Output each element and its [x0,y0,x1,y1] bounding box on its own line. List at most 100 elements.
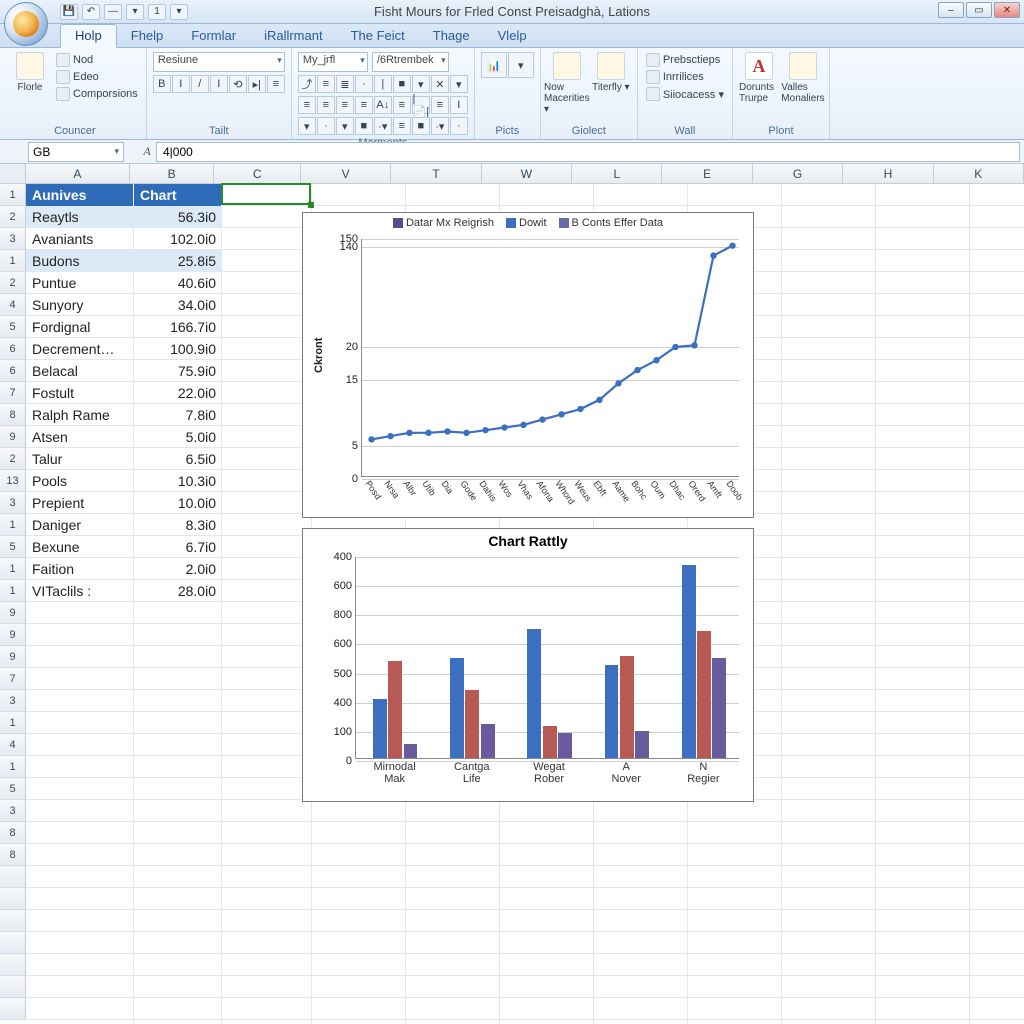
ribbon-btn[interactable]: ≡ [298,96,316,114]
col-header-E[interactable]: E [662,164,752,184]
ribbon-combo[interactable]: My_jrfl [298,52,368,72]
col-header-V[interactable]: V [301,164,391,184]
tab-irallrmant[interactable]: iRallrmant [250,25,337,47]
row-header[interactable]: 2 [0,448,26,470]
col-header-W[interactable]: W [482,164,572,184]
ribbon-format-button[interactable]: ▸| [248,75,266,93]
data-cell[interactable]: 166.7i0 [134,316,222,338]
row-header[interactable] [0,976,26,998]
row-header[interactable]: 5 [0,536,26,558]
ribbon-val-button[interactable]: Valles Monaliers [783,52,823,123]
ribbon-paste-button[interactable]: Florle [10,52,50,123]
row-header[interactable] [0,932,26,954]
row-header[interactable]: 4 [0,734,26,756]
name-box[interactable]: GB [28,142,124,162]
ribbon-btn[interactable]: ▾ [298,117,316,135]
tab-vlelp[interactable]: Vlelp [484,25,541,47]
col-header-A[interactable]: A [26,164,130,184]
row-header[interactable]: 1 [0,712,26,734]
ribbon-comp-button[interactable]: Comporsions [54,86,140,102]
data-cell[interactable]: Sunyory [26,294,134,316]
data-cell[interactable]: 5.0i0 [134,426,222,448]
ribbon-btn[interactable]: ≡ [431,96,449,114]
ribbon-btn[interactable]: ▾ [450,75,468,93]
spreadsheet-grid[interactable]: ABCVTWLEGHK 1231245667892133151199973141… [0,164,1024,1024]
data-cell[interactable]: 100.9i0 [134,338,222,360]
row-header[interactable]: 9 [0,426,26,448]
ribbon-inr-button[interactable]: Inrrilices [644,69,726,85]
col-header-T[interactable]: T [391,164,481,184]
data-cell[interactable]: Ralph Rame [26,404,134,426]
data-cell[interactable]: 2.0i0 [134,558,222,580]
data-cell[interactable]: Reaytls [26,206,134,228]
col-header-L[interactable]: L [572,164,662,184]
row-header[interactable] [0,954,26,976]
data-cell[interactable]: Pools [26,470,134,492]
data-cell[interactable]: 102.0i0 [134,228,222,250]
row-header[interactable]: 4 [0,294,26,316]
tab-fhelp[interactable]: Fhelp [117,25,178,47]
ribbon-btn[interactable]: ■ [393,75,411,93]
row-header[interactable]: 2 [0,272,26,294]
row-header[interactable]: 1 [0,580,26,602]
data-cell[interactable]: 7.8i0 [134,404,222,426]
data-cell[interactable]: Bexune [26,536,134,558]
row-header[interactable]: 1 [0,756,26,778]
data-cell[interactable]: Atsen [26,426,134,448]
ribbon-format-button[interactable]: ⟲ [229,75,247,93]
row-header[interactable]: 3 [0,800,26,822]
data-cell[interactable]: 75.9i0 [134,360,222,382]
ribbon-btn[interactable]: ·▾ [431,117,449,135]
row-header[interactable]: 3 [0,690,26,712]
data-cell[interactable]: 6.5i0 [134,448,222,470]
ribbon-btn[interactable]: ·▾ [374,117,392,135]
row-header[interactable]: 9 [0,646,26,668]
data-cell[interactable]: 22.0i0 [134,382,222,404]
ribbon-edeo-button[interactable]: Edeo [54,69,140,85]
row-header[interactable]: 8 [0,404,26,426]
ribbon-btn[interactable]: ⤴ [298,75,316,93]
ribbon-A-button[interactable]: ADorunts Trurpe [739,52,779,123]
data-cell[interactable]: Talur [26,448,134,470]
table-header-cell[interactable]: Aunives [26,184,134,206]
col-header-B[interactable]: B [130,164,215,184]
data-cell[interactable]: VITaclils : [26,580,134,602]
ribbon-btn[interactable]: ▾ [412,75,430,93]
tab-formlar[interactable]: Formlar [177,25,250,47]
ribbon-btn[interactable]: ▾ [508,52,534,78]
data-cell[interactable]: Budons [26,250,134,272]
row-header[interactable]: 1 [0,250,26,272]
data-cell[interactable]: 10.3i0 [134,470,222,492]
data-cell[interactable]: 8.3i0 [134,514,222,536]
qat-customize-icon[interactable]: ▾ [126,4,144,20]
row-header[interactable] [0,888,26,910]
data-cell[interactable]: 40.6i0 [134,272,222,294]
row-header[interactable]: 1 [0,184,26,206]
ribbon-btn[interactable]: 📊 [481,52,507,78]
data-cell[interactable]: Fordignal [26,316,134,338]
qat-redo-icon[interactable]: — [104,4,122,20]
row-header[interactable]: 6 [0,360,26,382]
select-all-corner[interactable] [0,164,26,184]
ribbon-format-button[interactable]: ≡ [267,75,285,93]
row-header[interactable]: 3 [0,228,26,250]
row-header[interactable]: 5 [0,778,26,800]
ribbon-btn[interactable]: · [355,75,373,93]
row-header[interactable]: 8 [0,822,26,844]
ribbon-pre-button[interactable]: Prebsctieps [644,52,726,68]
data-cell[interactable]: 28.0i0 [134,580,222,602]
ribbon-btn[interactable]: |📄| [412,96,430,114]
ribbon-siu-button[interactable]: Siiocacess ▾ [644,86,726,102]
ribbon-btn[interactable]: ≣ [336,75,354,93]
ribbon-format-button[interactable]: B [153,75,171,93]
ribbon-now-button[interactable]: Now Macerities ▾ [547,52,587,123]
embedded-chart-line[interactable]: Datar Mx ReigrishDowitB Conts Effer Data… [302,212,754,518]
col-header-C[interactable]: C [214,164,301,184]
ribbon-btn[interactable]: ✕ [431,75,449,93]
ribbon-btn[interactable]: ≡ [355,96,373,114]
row-header[interactable] [0,866,26,888]
row-header[interactable]: 5 [0,316,26,338]
row-header[interactable]: 8 [0,844,26,866]
office-button[interactable] [4,2,48,46]
data-cell[interactable]: Prepient [26,492,134,514]
